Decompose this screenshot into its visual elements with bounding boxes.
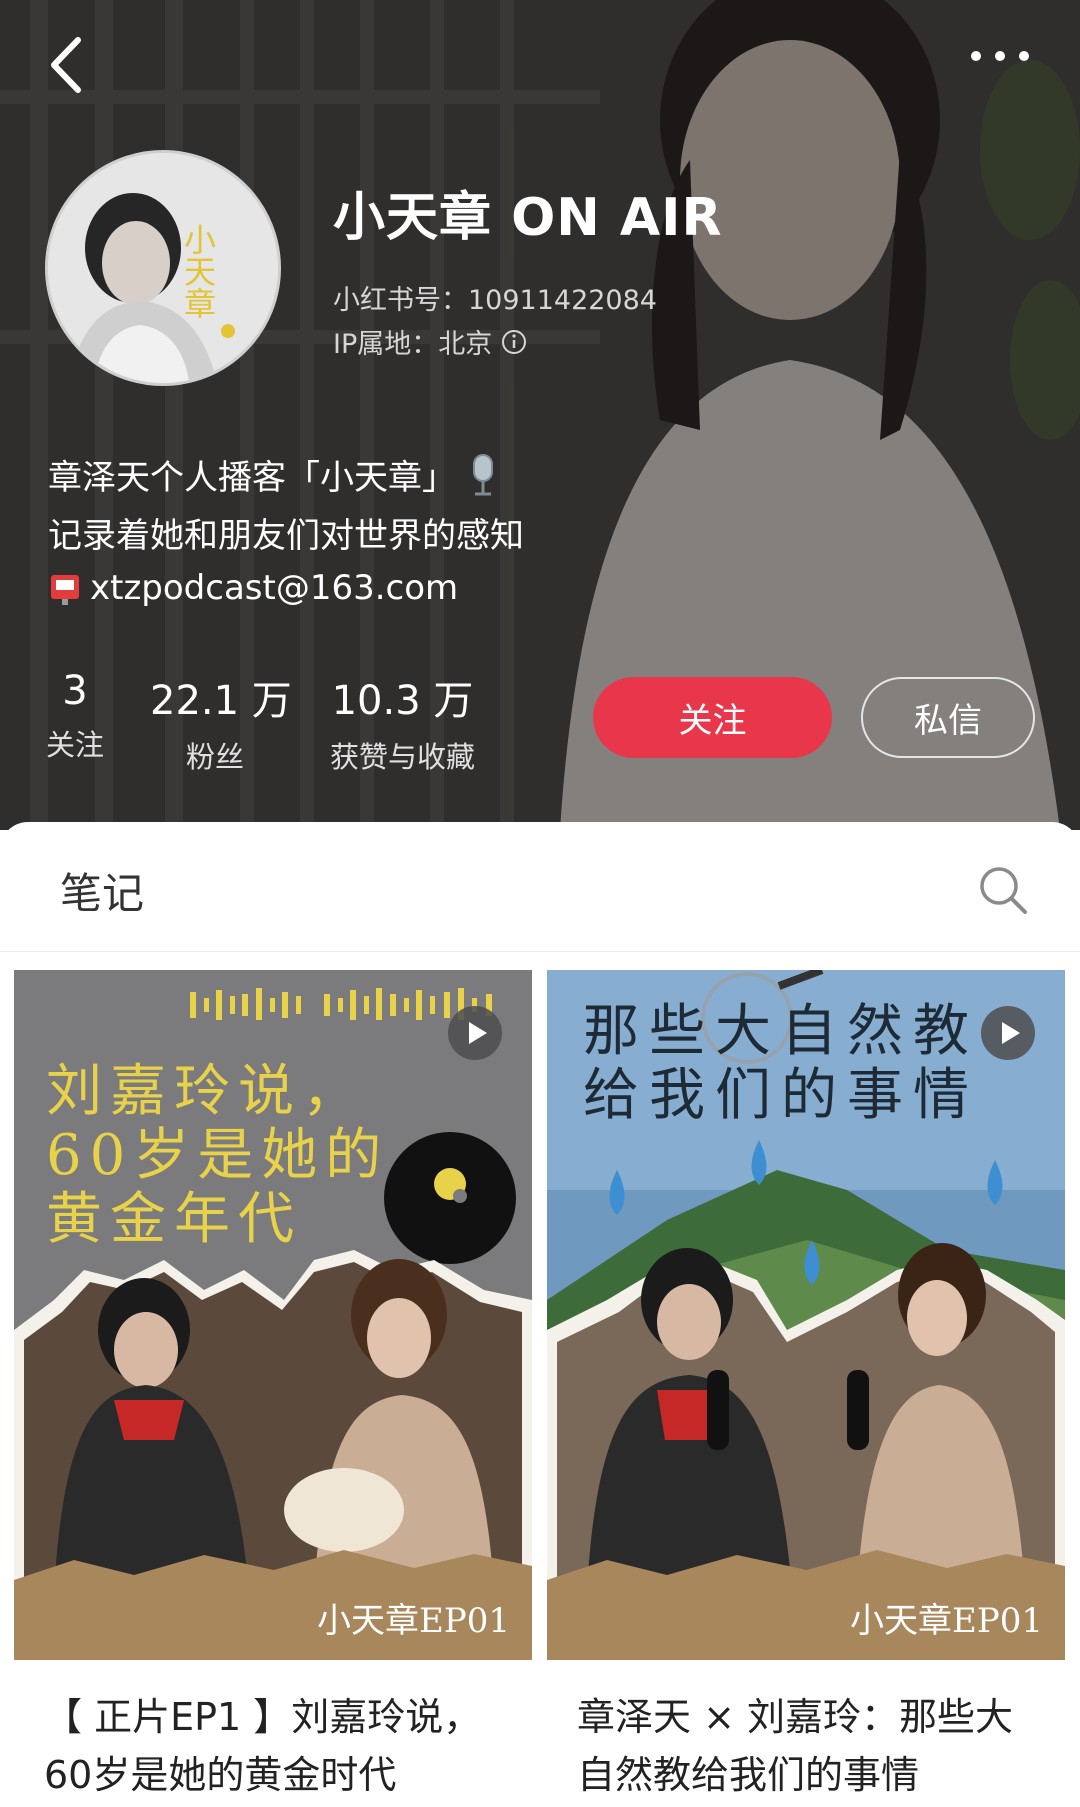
cover-title-line: 黄金年代 xyxy=(46,1187,302,1252)
stat-value: 3 xyxy=(62,668,88,714)
tab-notes[interactable]: 笔记 xyxy=(60,860,144,921)
play-icon[interactable] xyxy=(979,1004,1037,1062)
stat-followers[interactable]: 22.1 万 粉丝 xyxy=(150,668,292,776)
note-title[interactable]: 【 正片EP1 】刘嘉玲说，60岁是她的黄金时代 xyxy=(44,1688,514,1804)
note-card[interactable]: 刘嘉玲说， 60岁是她的 黄金年代 小天章EP01 【 正片EP1 】刘嘉玲说，… xyxy=(14,970,532,1807)
stat-label: 粉丝 xyxy=(185,740,244,774)
bio-line-2: 记录着她和朋友们对世界的感知 xyxy=(48,516,524,556)
profile-nickname: 小天章 ON AIR xyxy=(333,188,723,248)
stat-label: 关注 xyxy=(45,728,104,762)
stat-likes-and-collects[interactable]: 10.3 万 获赞与收藏 xyxy=(320,668,485,776)
ip-location-row: IP属地：北京 xyxy=(333,322,528,361)
more-options-icon[interactable] xyxy=(960,30,1040,80)
cover-title: 那些大自然教 给我们的事情 xyxy=(583,1000,979,1128)
contact-email[interactable]: xtzpodcast@163.com xyxy=(90,568,458,608)
cover-title-line: 60岁是她的 xyxy=(46,1123,390,1188)
info-icon[interactable] xyxy=(500,328,528,356)
stat-label: 获赞与收藏 xyxy=(329,740,475,774)
cover-title: 刘嘉玲说， 60岁是她的 黄金年代 xyxy=(46,1060,389,1252)
red-id: 小红书号：10911422084 xyxy=(333,285,657,316)
note-card[interactable]: 那些大自然教 给我们的事情 小天章EP01 章泽天 × 刘嘉玲：那些大自然教给我… xyxy=(547,970,1065,1807)
search-icon[interactable] xyxy=(975,862,1031,918)
note-cover: 那些大自然教 给我们的事情 小天章EP01 xyxy=(547,970,1065,1660)
follow-button[interactable]: 关注 xyxy=(593,677,832,758)
bio-line-3: xtzpodcast@163.com xyxy=(48,568,458,608)
cover-title-line: 那些大自然教 xyxy=(583,999,979,1064)
microphone-icon xyxy=(473,453,493,495)
cover-episode-tag: 小天章EP01 xyxy=(317,1601,510,1641)
note-cover: 刘嘉玲说， 60岁是她的 黄金年代 小天章EP01 xyxy=(14,970,532,1660)
stat-value: 22.1 万 xyxy=(150,678,292,724)
notes-panel: 笔记 刘嘉玲说， 60岁是她的 黄金年代 小天章EP01 【 正片EP1 】刘嘉… xyxy=(0,822,1080,1807)
message-button[interactable]: 私信 xyxy=(861,677,1035,758)
play-icon[interactable] xyxy=(446,1004,504,1062)
stat-value: 10.3 万 xyxy=(331,678,474,724)
cover-episode-tag: 小天章EP01 xyxy=(850,1601,1043,1641)
avatar[interactable]: 小天章 xyxy=(45,150,281,386)
cover-title-line: 给我们的事情 xyxy=(583,1063,979,1128)
back-icon[interactable] xyxy=(40,30,100,100)
tab-bar: 笔记 xyxy=(0,822,1080,952)
avatar-image: 小天章 xyxy=(48,153,278,383)
avatar-text: 小天章 xyxy=(179,223,217,319)
profile-header: 小天章 小天章 ON AIR 小红书号：10911422084 IP属地：北京 … xyxy=(0,0,1080,830)
mailbox-icon xyxy=(51,575,79,605)
stat-following[interactable]: 3 关注 xyxy=(44,668,106,764)
cover-title-line: 刘嘉玲说， xyxy=(46,1059,366,1124)
ip-location: IP属地：北京 xyxy=(333,329,493,360)
bio-line-1: 章泽天个人播客「小天章」 xyxy=(48,450,500,499)
note-title[interactable]: 章泽天 × 刘嘉玲：那些大自然教给我们的事情 xyxy=(577,1688,1047,1804)
bio-text-1: 章泽天个人播客「小天章」 xyxy=(48,458,456,498)
